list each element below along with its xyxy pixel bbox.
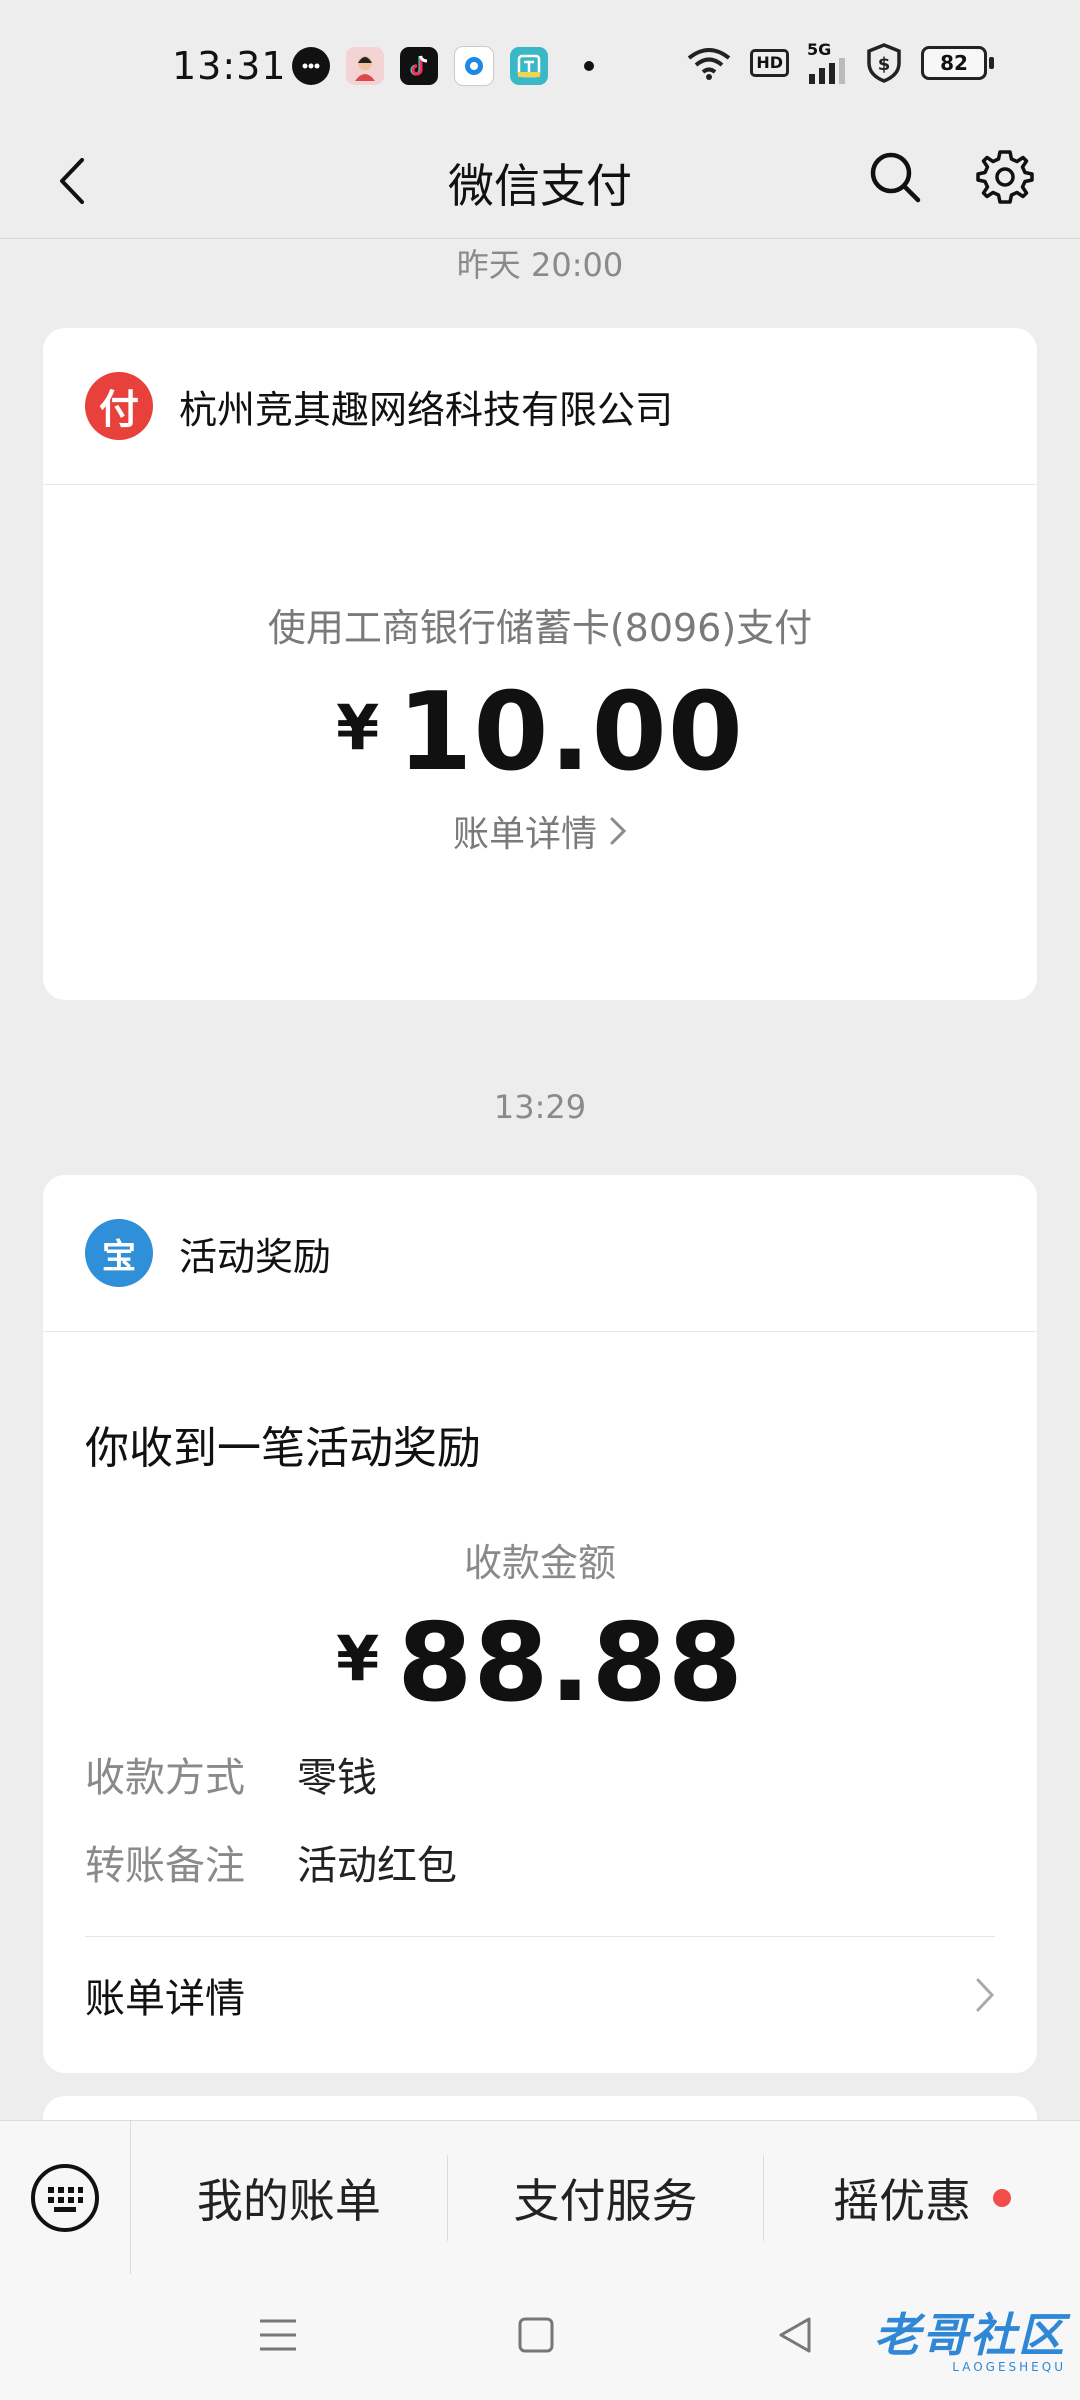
amount-value: 10.00 bbox=[397, 670, 744, 795]
back-nav-button[interactable] bbox=[760, 2300, 830, 2370]
merchant-header[interactable]: 付 杭州竞其趣网络科技有限公司 bbox=[43, 328, 1037, 485]
bill-detail-label: 账单详情 bbox=[85, 1976, 245, 2022]
receive-method-row: 收款方式 零钱 bbox=[85, 1730, 1037, 1818]
payment-amount: ¥ 10.00 bbox=[43, 670, 1037, 795]
info-value: 活动红包 bbox=[297, 1843, 457, 1889]
message-timestamp: 昨天 20:00 bbox=[456, 246, 624, 284]
chevron-right-icon bbox=[610, 817, 627, 845]
currency-symbol: ¥ bbox=[336, 1622, 380, 1695]
top-navigation: 微信支付 bbox=[0, 124, 1080, 239]
message-icon bbox=[292, 47, 330, 85]
transfer-note-row: 转账备注 活动红包 bbox=[85, 1818, 1037, 1906]
reward-header[interactable]: 宝 活动奖励 bbox=[43, 1175, 1037, 1332]
merchant-logo: 付 bbox=[85, 372, 153, 440]
home-button[interactable] bbox=[501, 2300, 571, 2370]
menu-my-bills[interactable]: 我的账单 bbox=[131, 2155, 448, 2241]
menu-icon bbox=[260, 2319, 296, 2351]
info-key: 收款方式 bbox=[85, 1755, 245, 1801]
status-time: 13:31 bbox=[172, 44, 287, 88]
system-icons: HD 5G $ 82 bbox=[686, 42, 994, 84]
security-shield-icon: $ bbox=[867, 43, 901, 83]
info-value: 零钱 bbox=[297, 1755, 377, 1801]
info-key: 转账备注 bbox=[85, 1843, 245, 1889]
menu-payment-services[interactable]: 支付服务 bbox=[448, 2155, 765, 2241]
reward-sender-name: 活动奖励 bbox=[179, 1234, 332, 1279]
status-bar: 13:31 HD 5G $ 82 bbox=[0, 0, 1080, 132]
reward-amount: ¥ 88.88 bbox=[43, 1601, 1037, 1726]
settings-button[interactable] bbox=[970, 142, 1040, 212]
payment-method-description: 使用工商银行储蓄卡(8096)支付 bbox=[267, 606, 813, 650]
signal-icon: 5G bbox=[807, 42, 847, 84]
avatar-app-icon bbox=[346, 47, 384, 85]
keyboard-icon bbox=[31, 2164, 99, 2232]
bill-detail-link[interactable]: 账单详情 bbox=[43, 805, 1037, 857]
more-notifications-dot bbox=[584, 61, 594, 71]
gear-icon bbox=[976, 150, 1034, 204]
square-icon bbox=[518, 2317, 554, 2353]
notification-dot bbox=[993, 2189, 1012, 2207]
reward-logo: 宝 bbox=[85, 1219, 153, 1287]
currency-symbol: ¥ bbox=[336, 691, 380, 764]
reward-message-card[interactable]: 宝 活动奖励 你收到一笔活动奖励 收款金额 ¥ 88.88 收款方式 零钱 转账… bbox=[43, 1175, 1037, 2073]
bill-detail-label: 账单详情 bbox=[452, 814, 597, 855]
browser-icon bbox=[454, 46, 494, 86]
watermark-subtext: LAOGESHEQU bbox=[952, 2360, 1066, 2374]
wifi-icon bbox=[688, 48, 731, 80]
recent-apps-button[interactable] bbox=[243, 2300, 313, 2370]
battery-icon: 82 bbox=[921, 46, 994, 80]
watermark-text: 老哥社区 bbox=[874, 2308, 1066, 2362]
amount-value: 88.88 bbox=[397, 1601, 744, 1726]
bottom-menu: 我的账单 支付服务 摇优惠 bbox=[0, 2120, 1080, 2275]
message-timestamp: 13:29 bbox=[493, 1088, 587, 1126]
bill-detail-row[interactable]: 账单详情 bbox=[43, 1937, 1037, 2053]
search-icon bbox=[870, 152, 921, 203]
menu-shake-discounts-label: 摇优惠 bbox=[833, 2174, 972, 2228]
xianyu-icon bbox=[510, 47, 548, 85]
amount-label: 收款金额 bbox=[463, 1541, 616, 1585]
keyboard-toggle-button[interactable] bbox=[0, 2121, 131, 2275]
payment-message-card[interactable]: 付 杭州竞其趣网络科技有限公司 使用工商银行储蓄卡(8096)支付 ¥ 10.0… bbox=[43, 328, 1037, 1000]
merchant-name: 杭州竞其趣网络科技有限公司 bbox=[179, 387, 674, 432]
notification-icons bbox=[292, 46, 594, 86]
triangle-back-icon bbox=[779, 2317, 811, 2353]
watermark-logo: 老哥社区 LAOGESHEQU bbox=[826, 2302, 1066, 2382]
hd-badge: HD bbox=[750, 49, 789, 77]
tiktok-icon bbox=[400, 47, 438, 85]
svg-text:$: $ bbox=[878, 54, 891, 75]
reward-headline: 你收到一笔活动奖励 bbox=[85, 1423, 481, 1474]
menu-shake-discounts[interactable]: 摇优惠 bbox=[764, 2155, 1080, 2241]
search-button[interactable] bbox=[860, 142, 930, 212]
chevron-right-icon bbox=[976, 1978, 995, 2012]
